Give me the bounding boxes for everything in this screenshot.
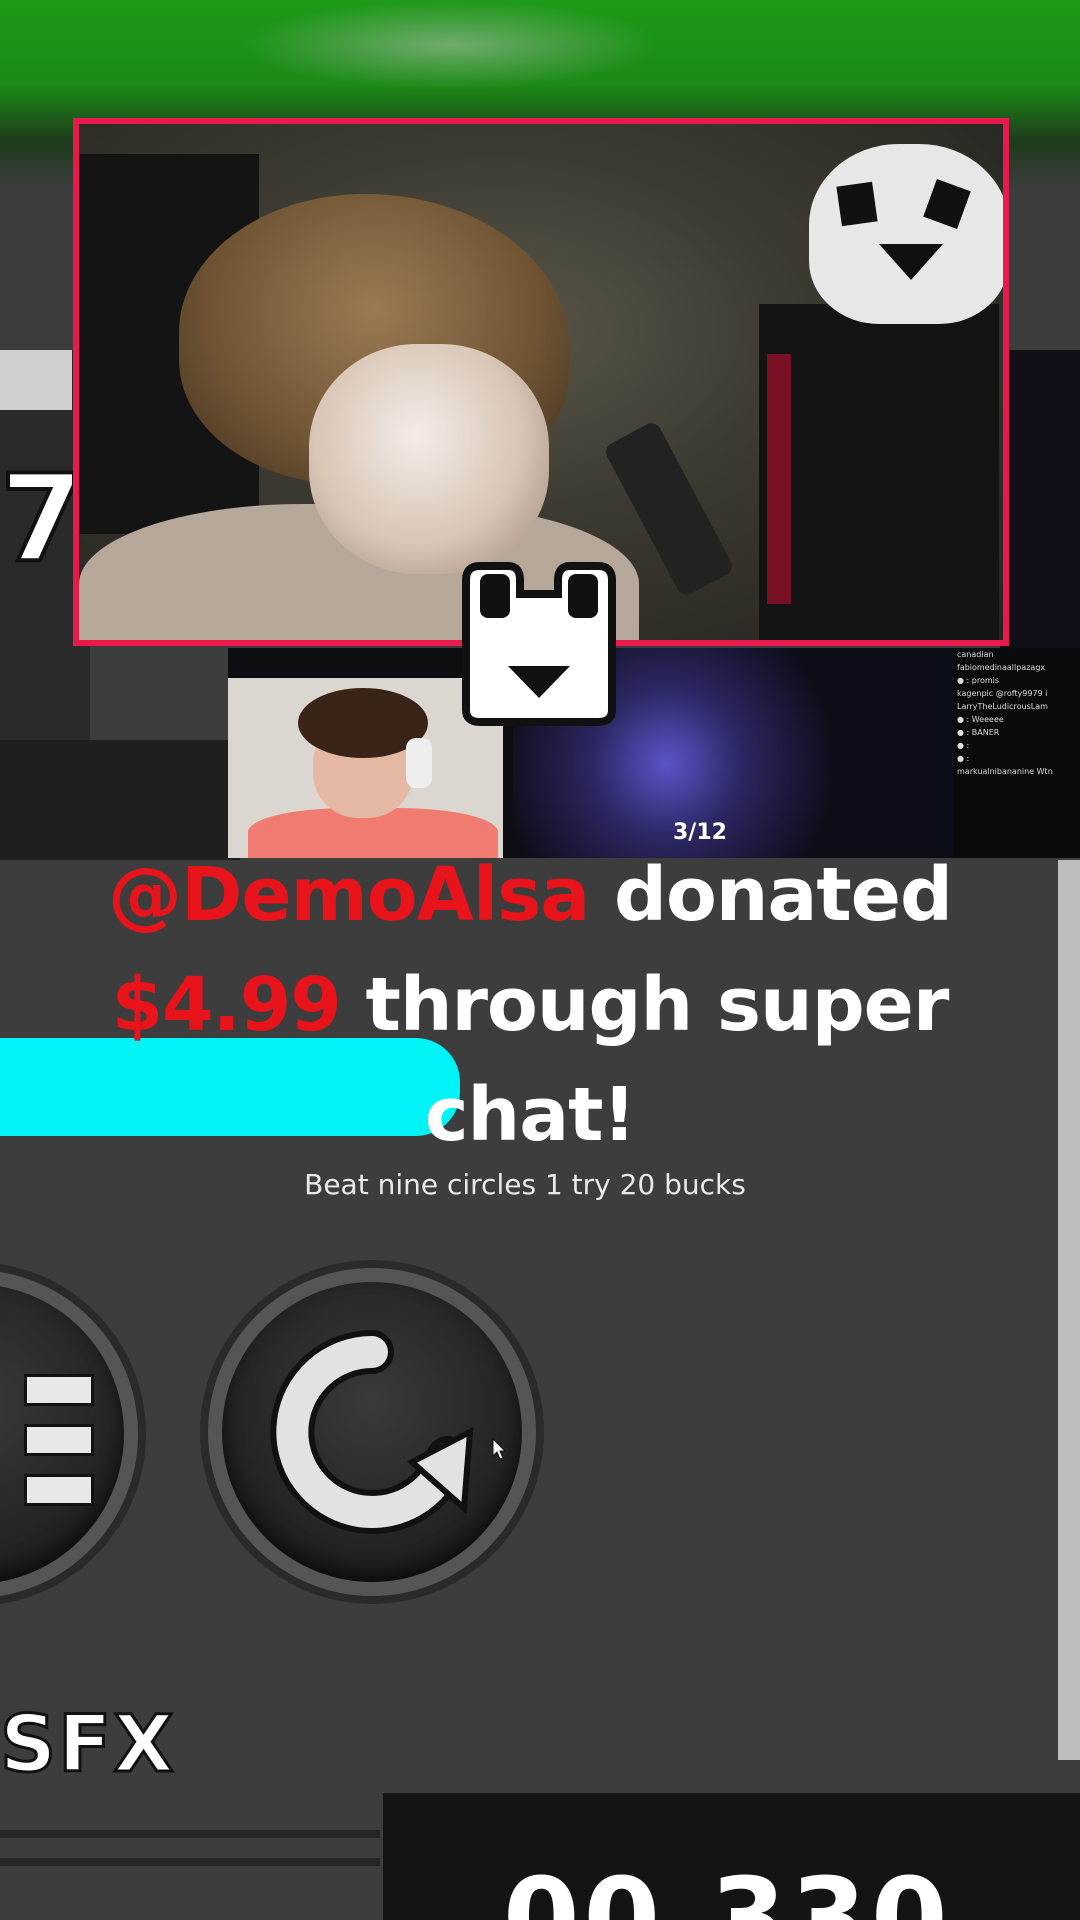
counter-panel: 00,330 xyxy=(383,1793,1080,1920)
menu-bars-icon xyxy=(24,1374,94,1524)
video-inset: 3/12 canadian fabiomedinaallpazagx ● : p… xyxy=(228,648,1080,858)
bottom-slider-lines xyxy=(0,1830,380,1870)
chat-line: fabiomedinaallpazagx xyxy=(957,663,1046,672)
chat-line: ● : promis xyxy=(957,676,1000,685)
chat-line: markualnibananine Wtn xyxy=(957,767,1053,776)
donation-through: through super xyxy=(365,962,949,1048)
chat-line: ● : xyxy=(957,754,970,763)
donation-line-3: chat! xyxy=(424,1072,637,1158)
chat-line: ● : BANER xyxy=(957,728,1000,737)
retry-button[interactable] xyxy=(208,1268,536,1596)
chat-line: canadian xyxy=(957,650,994,659)
left-dark-block xyxy=(0,740,240,860)
pc-tower xyxy=(759,304,999,640)
donation-amount: $4.99 xyxy=(111,962,342,1048)
pc-tower-light xyxy=(767,354,791,604)
plush-ghost xyxy=(809,144,1003,324)
right-scrollbar[interactable] xyxy=(1058,860,1080,1760)
chat-line: ● : xyxy=(957,741,970,750)
level-digit: 7 xyxy=(0,450,85,589)
left-panel-cap xyxy=(0,350,72,410)
sfx-label: SFX xyxy=(0,1699,176,1792)
cat-face-logo xyxy=(462,562,616,726)
donation-message: Beat nine circles 1 try 20 bucks xyxy=(304,1168,746,1201)
score-counter: 00,330 xyxy=(503,1854,952,1920)
stream-overlay: 7 3/12 canadian fabiomedinaallpazagx ● :… xyxy=(0,0,1080,1920)
retry-arrow-icon xyxy=(270,1330,474,1534)
inset-chat: canadian fabiomedinaallpazagx ● : promis… xyxy=(953,648,1080,858)
chat-line: LarryTheLudicrousLam xyxy=(957,702,1048,711)
chat-line: ● : Weeeee xyxy=(957,715,1004,724)
donor-username: @DemoAlsa xyxy=(108,852,590,938)
donation-line-2: $4.99 through super xyxy=(30,950,1030,1060)
headphones xyxy=(406,738,432,788)
donated-word: donated xyxy=(613,852,953,938)
right-background-panel xyxy=(1000,350,1080,650)
inset-progress: 3/12 xyxy=(673,820,727,845)
menu-button[interactable] xyxy=(0,1270,138,1598)
mouse-cursor-icon xyxy=(492,1438,506,1460)
streamer-face xyxy=(309,344,549,574)
chat-line: kagenpic @rofty9979 i xyxy=(957,689,1048,698)
